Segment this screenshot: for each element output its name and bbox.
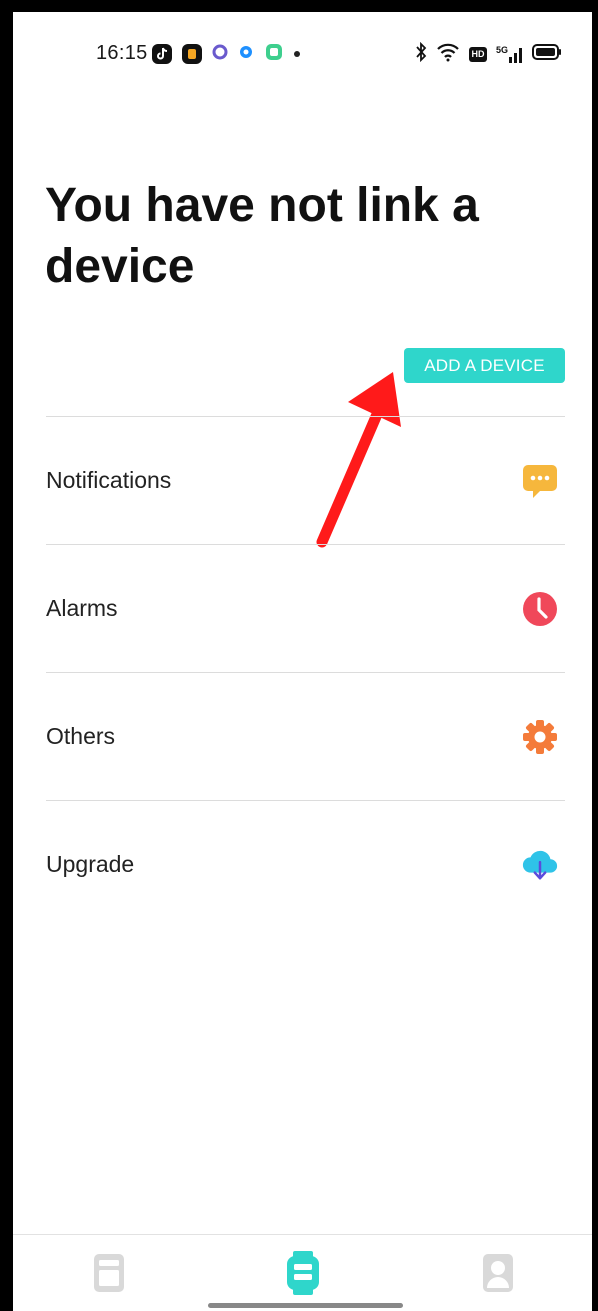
status-bar: 16:15 HD 5G xyxy=(13,40,592,70)
wifi-icon xyxy=(436,42,460,67)
tiktok-icon xyxy=(152,44,172,64)
upgrade-row[interactable]: Upgrade xyxy=(46,800,565,928)
circle-app-icon xyxy=(212,44,228,65)
alarms-row[interactable]: Alarms xyxy=(46,544,565,672)
green-square-icon xyxy=(264,42,284,67)
nav-profile-tab[interactable] xyxy=(478,1253,518,1297)
bluetooth-icon xyxy=(415,41,427,67)
app-orange-icon xyxy=(182,44,202,64)
nav-record-tab[interactable] xyxy=(89,1253,129,1297)
others-row[interactable]: Others xyxy=(46,672,565,800)
battery-icon xyxy=(532,43,562,65)
network-type: 5G xyxy=(495,45,508,55)
bottom-navigation xyxy=(13,1234,592,1311)
more-notifications-dot xyxy=(294,51,300,57)
record-icon xyxy=(92,1252,126,1299)
row-label: Alarms xyxy=(46,595,118,621)
status-time: 16:15 xyxy=(96,42,148,64)
notification-icons xyxy=(152,43,300,65)
settings-list: Notifications Alarms Others Upgrade xyxy=(46,416,565,928)
chat-bubble-icon xyxy=(521,462,559,500)
gear-icon xyxy=(521,718,559,756)
add-device-button[interactable]: ADD A DEVICE xyxy=(404,348,565,383)
signal-icon: 5G xyxy=(496,45,523,63)
row-label: Notifications xyxy=(46,467,172,493)
clock-icon xyxy=(521,590,559,628)
page-title: You have not link a device xyxy=(45,179,479,293)
home-indicator[interactable] xyxy=(208,1303,403,1308)
profile-icon xyxy=(481,1252,515,1299)
hd-icon: HD xyxy=(468,46,487,62)
notifications-row[interactable]: Notifications xyxy=(46,416,565,544)
row-label: Others xyxy=(46,723,116,749)
hd-label: HD xyxy=(471,49,485,59)
cloud-download-icon xyxy=(521,846,559,884)
nav-device-tab[interactable] xyxy=(283,1250,323,1297)
blue-circle-icon xyxy=(238,44,254,65)
app-screen: 16:15 HD 5G You have not link a device A… xyxy=(13,12,592,1311)
system-icons: HD 5G xyxy=(415,41,562,67)
row-label: Upgrade xyxy=(46,851,135,877)
watch-icon xyxy=(285,1250,321,1301)
